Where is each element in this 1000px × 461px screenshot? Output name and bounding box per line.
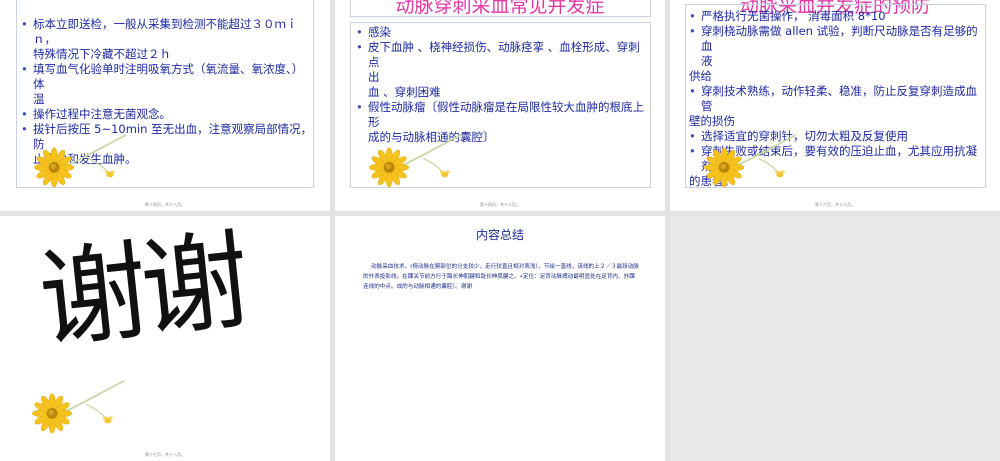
list-item: 血 、穿刺困难 (356, 85, 648, 100)
bullet-text: 穿刺桡动脉需做 allen 试验，判断尺动脉是否有足够的血 (701, 24, 978, 53)
summary-body: 动脉采血技术。(桡动脉在腕部位的分支较少，走行较直且相对表浅）。节绘一直线，该线… (363, 264, 639, 290)
list-item: 皮下血肿 、桡神经损伤、动脉痉挛 、血栓形成、穿刺点 (356, 40, 648, 70)
list-item: 特殊情况下冷藏不超过２ｈ (21, 47, 313, 62)
list-item: 温 (21, 92, 313, 107)
slide-thumbnail-1[interactable]: 标本立即送检，一般从采集到检测不能超过３０ｍｉｎ， 特殊情况下冷藏不超过２ｈ 填… (0, 0, 330, 211)
list-item: 操作过程中注意无菌观念。 (21, 107, 313, 122)
daisy-flower-illustration-icon (367, 126, 467, 198)
slide-footer: 第十四页，共十八页。 (145, 202, 185, 207)
bullet-text: 感染 (368, 25, 391, 39)
slide-footer: 第十七页，共十八页。 (145, 452, 185, 457)
list-item: 供给 (689, 69, 981, 84)
list-item: 穿刺桡动脉需做 allen 试验，判断尺动脉是否有足够的血 (689, 24, 981, 54)
bullet-text: 填写血气化验单时注明吸氧方式（氧流量、氧浓度、）体 (33, 62, 304, 91)
daisy-flower-illustration-icon (702, 126, 802, 198)
bullet-text: 供给 (689, 69, 712, 83)
thanks-heading: 谢谢 (33, 218, 250, 365)
slide-title: 内容总结 (475, 228, 524, 242)
bullet-text: 穿刺技术熟练，动作轻柔、稳准，防止反复穿刺造成血管 (701, 84, 977, 113)
list-item: 标本立即送检，一般从采集到检测不能超过３０ｍｉｎ， (21, 17, 313, 47)
list-item: 严格执行无菌操作， 消毒面积 8*10 (689, 9, 981, 24)
slide-thumbnail-3[interactable]: 动脉采血并发症的预防 严格执行无菌操作， 消毒面积 8*10 穿刺桡动脉需做 a… (670, 0, 1000, 211)
title-frame (350, 0, 651, 17)
bullet-text: 血 、穿刺困难 (368, 85, 441, 99)
bullet-text: 温 (33, 92, 45, 106)
list-item: 填写血气化验单时注明吸氧方式（氧流量、氧浓度、）体 (21, 62, 313, 92)
list-item: 出 (356, 70, 648, 85)
slide-thumbnail-2[interactable]: 动脉穿刺采血常见并发症 感染 皮下血肿 、桡神经损伤、动脉痉挛 、血栓形成、穿刺… (335, 0, 665, 211)
bullet-text: 特殊情况下冷藏不超过２ｈ (33, 47, 171, 61)
list-item: 感染 (356, 25, 648, 40)
bullet-text: 皮下血肿 、桡神经损伤、动脉痉挛 、血栓形成、穿刺点 (368, 40, 640, 69)
empty-slide-area (670, 216, 1000, 461)
bullet-text: 严格执行无菌操作， 消毒面积 8*10 (701, 9, 886, 23)
slide-thumbnail-4[interactable]: 谢谢 第十七页，共十八页。 (0, 216, 330, 461)
daisy-flower-illustration-icon (30, 372, 130, 444)
daisy-flower-illustration-icon (32, 126, 132, 198)
list-item: 液 (689, 54, 981, 69)
bullet-text: 液 (701, 54, 713, 68)
bullet-text: 标本立即送检，一般从采集到检测不能超过３０ｍｉｎ， (33, 17, 298, 46)
slide-footer: 第十四页，共十八页。 (480, 202, 520, 207)
bullet-text: 出 (368, 70, 380, 84)
list-item: 穿刺技术熟练，动作轻柔、稳准，防止反复穿刺造成血管 (689, 84, 981, 114)
bullet-text: 操作过程中注意无菌观念。 (33, 107, 171, 121)
slide-thumbnail-5[interactable]: 内容总结 动脉采血技术。(桡动脉在腕部位的分支较少，走行较直且相对表浅）。节绘一… (335, 216, 665, 461)
bullet-text: 假性动脉瘤〔假性动脉瘤是在局限性较大血肿的根底上形 (368, 100, 644, 129)
slide-footer: 第十六页，共十八页。 (815, 202, 855, 207)
